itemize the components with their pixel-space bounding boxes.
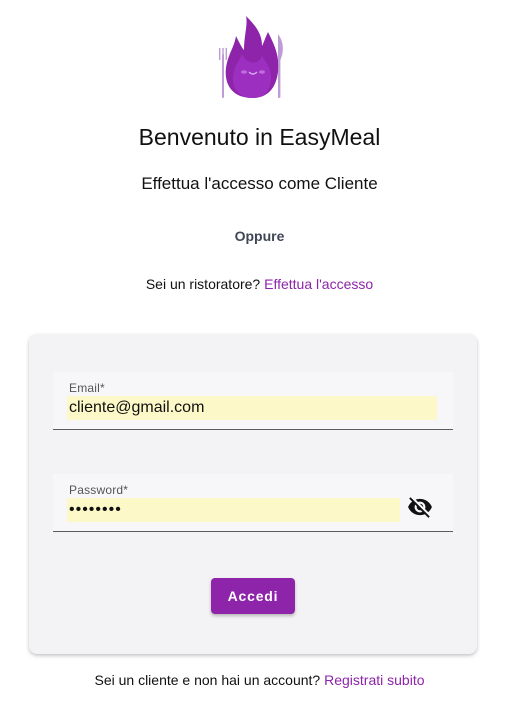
email-field[interactable]: Email* — [53, 372, 453, 430]
divider-text: Oppure — [234, 228, 285, 244]
signup-prompt: Sei un cliente e non hai un account? — [94, 672, 321, 688]
password-input[interactable] — [67, 498, 400, 522]
restaurant-login-prompt: Sei un ristoratore? — [145, 276, 261, 292]
email-label: Email* — [69, 381, 105, 395]
password-field[interactable]: Password* — [53, 474, 453, 532]
email-input[interactable] — [67, 396, 437, 420]
page-subtitle: Effettua l'accesso come Cliente — [141, 174, 378, 193]
restaurant-login-link[interactable]: Effettua l'accesso — [264, 276, 373, 292]
password-label: Password* — [69, 483, 129, 497]
eye-off-icon[interactable] — [407, 494, 433, 520]
login-button[interactable]: Accedi — [211, 578, 295, 614]
signup-line: Sei un cliente e non hai un account? Reg… — [0, 672, 519, 688]
flame-mascot-icon — [219, 16, 283, 98]
login-card: Email* Password* Accedi — [29, 334, 477, 654]
page-title: Benvenuto in EasyMeal — [138, 124, 381, 150]
signup-link[interactable]: Registrati subito — [324, 672, 424, 688]
restaurant-login-line: Sei un ristoratore? Effettua l'accesso — [0, 276, 519, 292]
